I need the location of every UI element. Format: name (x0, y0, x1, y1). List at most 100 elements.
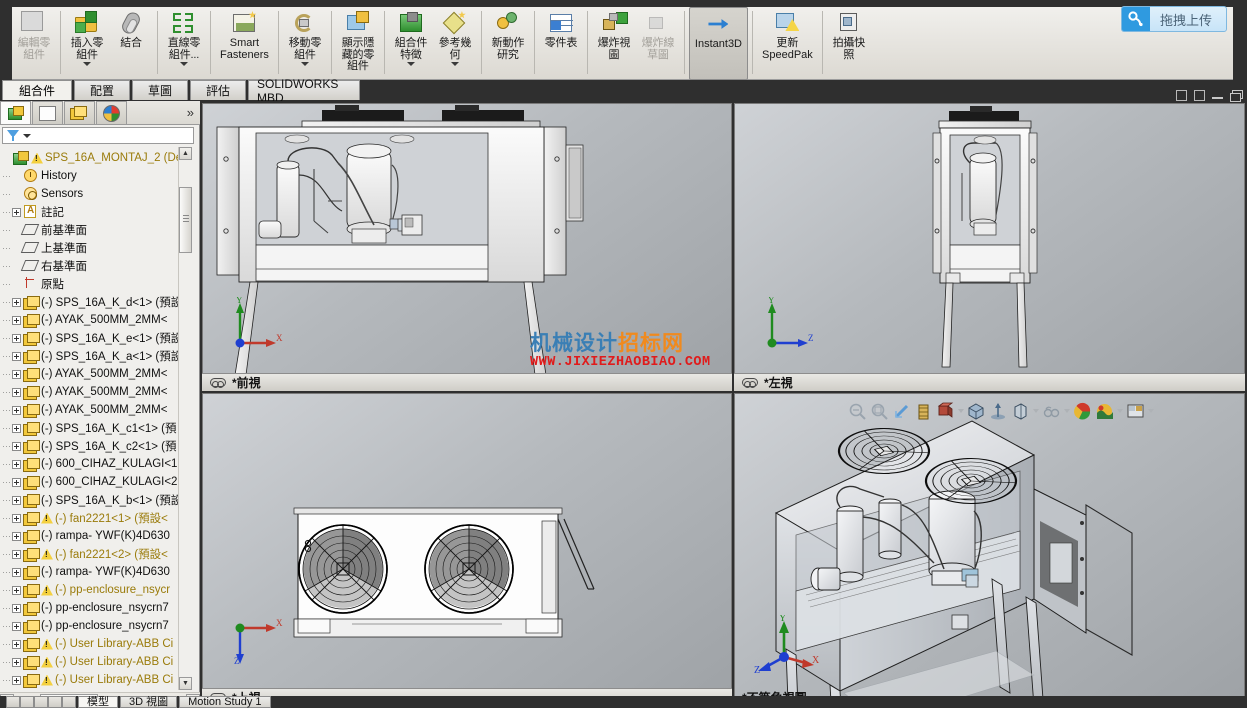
restore-button[interactable] (1230, 89, 1243, 102)
section-view-icon[interactable] (914, 402, 933, 421)
minimize-button[interactable] (1212, 90, 1223, 101)
edit-component-button[interactable]: 編輯零 組件 (12, 7, 56, 80)
take-snapshot-button[interactable]: 拍攝快照 (827, 7, 871, 80)
display-style-icon[interactable] (967, 402, 986, 421)
exploded-view-button[interactable]: 爆炸視圖 (592, 7, 636, 80)
expand-node-button[interactable] (12, 585, 21, 595)
view-settings-icon[interactable] (1073, 402, 1092, 421)
tree-item[interactable]: ⋯ 上基準面 (0, 239, 186, 257)
tree-item[interactable]: ⋯ 原點 (0, 275, 186, 293)
zoom-to-area-icon[interactable] (870, 402, 889, 421)
tree-item[interactable]: ⋯ (-) SPS_16A_K_a<1> (預設 (0, 347, 186, 365)
tree-item[interactable]: ⋯ (-) User Library-ABB Ci (0, 671, 186, 689)
expand-node-button[interactable] (12, 423, 21, 433)
tab-evaluate[interactable]: 評估 (190, 80, 246, 100)
tree-item[interactable]: ⋯ (-) fan2221<2> (預設< (0, 545, 186, 563)
tab-layout[interactable]: 配置 (74, 80, 130, 100)
tree-item[interactable]: ⋯ (-) AYAK_500MM_2MM< (0, 311, 186, 329)
viewport-left[interactable]: Y Z *左視 (734, 103, 1245, 391)
expand-node-button[interactable] (12, 405, 21, 415)
tree-item[interactable]: ⋯ (-) AYAK_500MM_2MM< (0, 383, 186, 401)
tree-item[interactable]: ⋯ Sensors (0, 185, 186, 203)
chevron-down-icon[interactable] (23, 133, 31, 138)
reference-geometry-button[interactable]: 參考幾何 (433, 7, 477, 80)
expand-node-button[interactable] (12, 603, 21, 613)
expand-node-button[interactable] (12, 549, 21, 559)
viewport-layout-icon[interactable] (1126, 402, 1145, 421)
tab-property-manager[interactable] (32, 101, 63, 124)
tree-item[interactable]: ⋯ (-) pp-enclosure_nsycrn7 (0, 599, 186, 617)
tab-feature-manager[interactable] (0, 101, 31, 124)
expand-node-button[interactable] (12, 351, 21, 361)
tree-item[interactable]: ⋯ 右基準面 (0, 257, 186, 275)
feature-tree[interactable]: SPS_16A_MONTAJ_2 (De⋯History⋯Sensors⋯註記⋯… (0, 147, 186, 690)
tree-item[interactable]: ⋯ (-) SPS_16A_K_b<1> (預設 (0, 491, 186, 509)
expand-node-button[interactable] (12, 639, 21, 649)
tab-3d-views[interactable]: 3D 視圖 (120, 696, 178, 708)
split-right-button[interactable] (1194, 89, 1205, 101)
chevron-down-icon[interactable] (1117, 409, 1123, 413)
chevron-down-icon[interactable] (1064, 409, 1070, 413)
expand-node-button[interactable] (12, 567, 21, 577)
tree-item[interactable]: ⋯ (-) SPS_16A_K_c1<1> (預 (0, 419, 186, 437)
expand-node-button[interactable] (12, 387, 21, 397)
mate-button[interactable]: 結合 (109, 7, 153, 80)
expand-node-button[interactable] (12, 459, 21, 469)
linear-component-pattern-button[interactable]: 直線零 組件... (162, 7, 206, 80)
update-speedpak-button[interactable]: 更新 SpeedPak (757, 7, 818, 80)
tab-model[interactable]: 模型 (78, 696, 118, 708)
insert-components-button[interactable]: 插入零 組件 (65, 7, 109, 80)
expand-node-button[interactable] (12, 333, 21, 343)
scroll-thumb[interactable] (179, 187, 192, 253)
apply-scene-icon[interactable] (1042, 402, 1061, 421)
tab-assembly[interactable]: 組合件 (2, 80, 72, 100)
tree-item[interactable]: SPS_16A_MONTAJ_2 (De (0, 149, 186, 167)
scroll-down-button[interactable]: ▼ (179, 677, 192, 690)
tree-item[interactable]: ⋯ (-) SPS_16A_K_d<1> (預設 (0, 293, 186, 311)
tab-motion-study-1[interactable]: Motion Study 1 (179, 696, 271, 708)
expand-node-button[interactable] (12, 495, 21, 505)
insert-components-dropdown-caret[interactable] (83, 62, 91, 66)
chevron-down-icon[interactable] (958, 409, 964, 413)
hide-show-items-icon[interactable] (989, 402, 1008, 421)
tree-item[interactable]: ⋯ 前基準面 (0, 221, 186, 239)
expand-node-button[interactable] (12, 297, 21, 307)
tree-item[interactable]: ⋯ (-) pp-enclosure_nsycr (0, 581, 186, 599)
view-orientation-icon[interactable] (936, 402, 955, 421)
zoom-to-fit-icon[interactable] (848, 402, 867, 421)
tree-item[interactable]: ⋯ (-) 600_CIHAZ_KULAGI<2 (0, 473, 186, 491)
explode-line-sketch-button[interactable]: 爆炸線 草圖 (636, 7, 680, 80)
tab-configuration-manager[interactable] (64, 101, 95, 124)
bottom-tabs[interactable]: 模型 3D 視圖 Motion Study 1 (6, 696, 271, 708)
tab-solidworks-mbd[interactable]: SOLIDWORKS MBD (248, 77, 360, 105)
tree-item[interactable]: ⋯ 註記 (0, 203, 186, 221)
chevron-down-icon[interactable] (1148, 409, 1154, 413)
expand-node-button[interactable] (12, 477, 21, 487)
chevron-down-icon[interactable] (1033, 409, 1039, 413)
tree-item[interactable]: ⋯ (-) pp-enclosure_nsycrn7 (0, 617, 186, 635)
viewport-top[interactable]: Z X *上視 (202, 393, 732, 706)
expand-node-button[interactable] (12, 621, 21, 631)
expand-node-button[interactable] (12, 675, 21, 685)
view-heads-up-toolbar[interactable] (844, 399, 1158, 423)
tree-item[interactable]: ⋯ (-) rampa- YWF(K)4D630 (0, 527, 186, 545)
assembly-features-button[interactable]: 組合件 特徵 (389, 7, 433, 80)
expand-node-button[interactable] (12, 531, 21, 541)
previous-view-icon[interactable] (892, 402, 911, 421)
scroll-up-button[interactable]: ▲ (179, 147, 192, 160)
move-component-dropdown-caret[interactable] (300, 62, 309, 66)
tree-item[interactable]: ⋯ (-) AYAK_500MM_2MM< (0, 401, 186, 419)
expand-panel-chevron[interactable]: » (187, 105, 194, 120)
tree-item[interactable]: ⋯ (-) rampa- YWF(K)4D630 (0, 563, 186, 581)
drag-upload-widget[interactable]: 拖拽上传 (1120, 6, 1227, 32)
expand-node-button[interactable] (12, 369, 21, 379)
new-motion-study-button[interactable]: 新動作 研究 (486, 7, 530, 80)
tab-display-manager[interactable] (96, 101, 127, 124)
expand-node-button[interactable] (12, 657, 21, 667)
instant3d-button[interactable]: Instant3D (688, 7, 749, 80)
tree-item[interactable]: ⋯ (-) User Library-ABB Ci (0, 653, 186, 671)
show-hidden-components-button[interactable]: 顯示隱 藏的零 組件 (336, 7, 380, 80)
expand-node-button[interactable] (12, 207, 21, 217)
expand-node-button[interactable] (12, 315, 21, 325)
bill-of-materials-button[interactable]: 零件表 (539, 7, 583, 80)
